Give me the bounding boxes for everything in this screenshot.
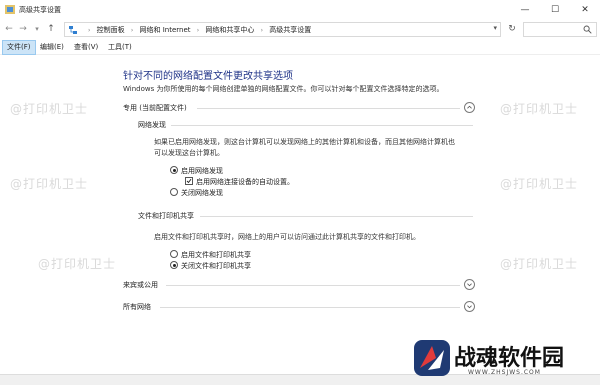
watermark-text: @打印机卫士 bbox=[10, 177, 89, 191]
file-printer-sharing-off-label[interactable]: 关闭文件和打印机共享 bbox=[181, 261, 251, 271]
checkmark-icon bbox=[186, 178, 192, 184]
page-description: Windows 为你所使用的每个网络创建单独的网络配置文件。你可以针对每个配置文… bbox=[123, 85, 444, 93]
search-icon bbox=[583, 25, 592, 34]
network-discovery-title: 网络发现 bbox=[138, 121, 166, 129]
back-button[interactable]: ← bbox=[3, 23, 15, 36]
maximize-button[interactable]: ☐ bbox=[540, 0, 570, 20]
watermark-text: @打印机卫士 bbox=[10, 102, 89, 116]
watermark-text: @打印机卫士 bbox=[38, 257, 117, 271]
watermark-text: @打印机卫士 bbox=[500, 177, 579, 191]
auto-setup-label[interactable]: 启用网络连接设备的自动设置。 bbox=[196, 177, 294, 187]
section-divider bbox=[160, 307, 460, 308]
breadcrumb-network-internet[interactable]: 网络和 Internet bbox=[140, 26, 191, 34]
forward-button[interactable]: → bbox=[17, 23, 29, 36]
network-discovery-on-radio[interactable] bbox=[170, 166, 178, 174]
page-title: 针对不同的网络配置文件更改共享选项 bbox=[123, 71, 293, 82]
breadcrumb: › 控制面板 › 网络和 Internet › 网络和共享中心 › 高级共享设置 bbox=[88, 26, 312, 34]
up-button[interactable]: ↑ bbox=[45, 23, 57, 36]
section-divider bbox=[197, 108, 460, 109]
address-bar[interactable]: › 控制面板 › 网络和 Internet › 网络和共享中心 › 高级共享设置… bbox=[64, 22, 501, 37]
network-settings-icon bbox=[5, 5, 15, 14]
menu-tools[interactable]: 工具(T) bbox=[104, 40, 136, 55]
window-title: 高级共享设置 bbox=[19, 6, 61, 14]
section-all-networks-header[interactable]: 所有网络 bbox=[123, 302, 151, 312]
breadcrumb-advanced-sharing[interactable]: 高级共享设置 bbox=[269, 26, 311, 34]
site-logo: 战魂软件园 WWW.ZHSJWS.COM bbox=[410, 335, 595, 383]
menu-file[interactable]: 文件(F) bbox=[2, 40, 36, 55]
collapse-private-icon[interactable] bbox=[464, 102, 475, 113]
network-icon bbox=[69, 26, 77, 34]
search-input[interactable] bbox=[523, 22, 597, 37]
watermark-text: @打印机卫士 bbox=[500, 102, 579, 116]
file-printer-sharing-off-radio[interactable] bbox=[170, 261, 178, 269]
section-guest-header[interactable]: 来宾或公用 bbox=[123, 280, 158, 290]
network-discovery-off-label[interactable]: 关闭网络发现 bbox=[181, 188, 223, 198]
expand-all-networks-icon[interactable] bbox=[464, 301, 475, 312]
close-button[interactable]: ✕ bbox=[570, 0, 600, 20]
file-printer-sharing-on-radio[interactable] bbox=[170, 250, 178, 258]
minimize-button[interactable]: — bbox=[510, 0, 540, 20]
breadcrumb-control-panel[interactable]: 控制面板 bbox=[97, 26, 125, 34]
network-discovery-on-label[interactable]: 启用网络发现 bbox=[181, 166, 223, 176]
logo-text: 战魂软件园 bbox=[454, 346, 565, 371]
logo-mark-icon bbox=[414, 340, 450, 376]
breadcrumb-network-sharing-center[interactable]: 网络和共享中心 bbox=[205, 26, 254, 34]
file-printer-sharing-description: 启用文件和打印机共享时，网络上的用户可以访问通过此计算机共享的文件和打印机。 bbox=[154, 233, 420, 241]
recent-locations-button[interactable]: ▾ bbox=[31, 23, 43, 36]
subsection-divider bbox=[171, 125, 473, 126]
auto-setup-checkbox[interactable] bbox=[185, 177, 193, 185]
logo-url: WWW.ZHSJWS.COM bbox=[468, 369, 541, 376]
title-bar: 高级共享设置 — ☐ ✕ bbox=[0, 0, 600, 20]
menu-edit[interactable]: 编辑(E) bbox=[36, 40, 68, 55]
network-discovery-off-radio[interactable] bbox=[170, 188, 178, 196]
menu-view[interactable]: 查看(V) bbox=[70, 40, 102, 55]
watermark-text: @打印机卫士 bbox=[500, 257, 579, 271]
file-printer-sharing-title: 文件和打印机共享 bbox=[138, 212, 194, 220]
section-divider bbox=[166, 285, 460, 286]
menu-bar: 文件(F) 编辑(E) 查看(V) 工具(T) bbox=[0, 40, 600, 55]
network-discovery-description-line2: 可以发现这台计算机。 bbox=[154, 149, 224, 157]
address-dropdown-icon[interactable]: ▾ bbox=[493, 24, 497, 32]
subsection-divider bbox=[200, 216, 473, 217]
address-row: ← → ▾ ↑ › 控制面板 › 网络和 Internet › 网络和共享中心 … bbox=[0, 20, 600, 40]
file-printer-sharing-on-label[interactable]: 启用文件和打印机共享 bbox=[181, 250, 251, 260]
network-discovery-description-line1: 如果已启用网络发现，则这台计算机可以发现网络上的其他计算机和设备，而且其他网络计… bbox=[154, 138, 455, 146]
section-private-header[interactable]: 专用 (当前配置文件) bbox=[123, 103, 187, 113]
refresh-button[interactable]: ↻ bbox=[506, 23, 518, 36]
expand-guest-icon[interactable] bbox=[464, 279, 475, 290]
